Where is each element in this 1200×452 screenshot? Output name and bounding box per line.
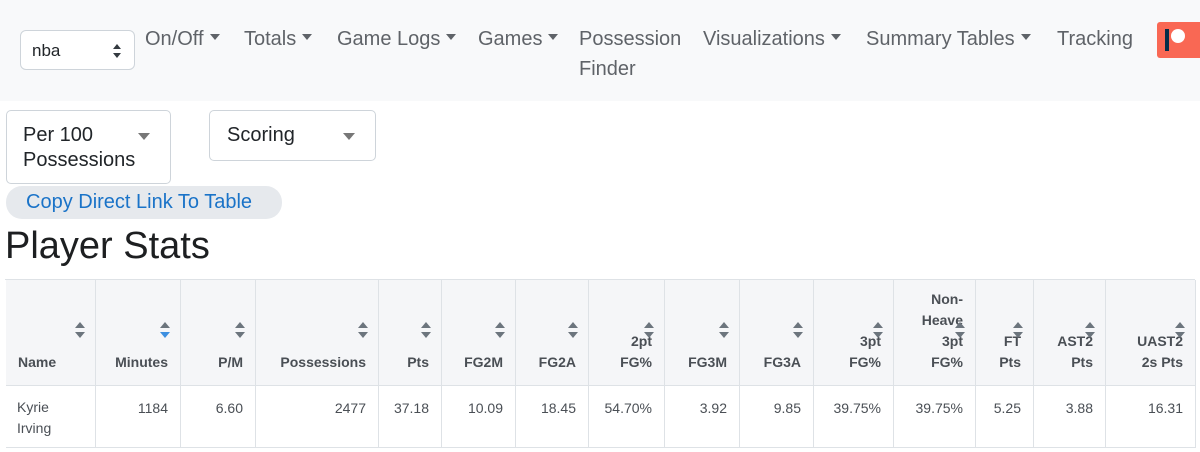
column-header-possessions[interactable]: Possessions [256, 280, 379, 386]
table-cell-minutes: 1184 [96, 386, 181, 448]
nav-summary-tables[interactable]: Summary Tables [866, 24, 1031, 54]
column-header-uast2-2s-pts[interactable]: UAST2 2s Pts [1106, 280, 1196, 386]
page-title: Player Stats [5, 225, 210, 267]
caret-down-icon [830, 34, 841, 40]
top-navbar: nba On/Off Totals Game Logs Games Posses… [0, 0, 1200, 101]
column-header-label: Pts [407, 354, 429, 370]
sort-icon [421, 322, 431, 338]
cell-value: 18.45 [540, 400, 576, 416]
column-header-pts[interactable]: Pts [379, 280, 442, 386]
column-header-fg3a[interactable]: FG3A [740, 280, 814, 386]
nav-tracking[interactable]: Tracking [1057, 24, 1133, 54]
sort-icon [955, 322, 965, 338]
table-cell-p-m: 6.60 [181, 386, 256, 448]
column-header-minutes[interactable]: Minutes [96, 280, 181, 386]
table-cell-fg3m: 3.92 [665, 386, 740, 448]
cell-value: 9.85 [773, 400, 801, 416]
table-cell-uast2-2s-pts: 16.31 [1106, 386, 1196, 448]
caret-down-icon [548, 34, 559, 40]
column-header-fg2m[interactable]: FG2M [442, 280, 516, 386]
cell-value: 16.31 [1147, 400, 1183, 416]
column-header-label: FG3A [763, 354, 801, 370]
cell-value: 5.25 [993, 400, 1021, 416]
sort-icon [568, 322, 578, 338]
column-header-fg3m[interactable]: FG3M [665, 280, 740, 386]
nav-totals[interactable]: Totals [244, 24, 313, 54]
mode-select-value: Per 100 Possessions [23, 124, 136, 171]
cell-value: 10.09 [467, 400, 503, 416]
nav-games[interactable]: Games [478, 24, 559, 54]
player-stats-table: Name Minutes P/M Possessions Pts FG2M FG2A 2pt … [5, 279, 1196, 448]
copy-link-button[interactable]: Copy Direct Link To Table [6, 186, 282, 219]
caret-down-icon [446, 34, 457, 40]
table-cell-ast2-pts: 3.88 [1034, 386, 1106, 448]
nav-visualizations[interactable]: Visualizations [703, 24, 841, 54]
patreon-button[interactable] [1157, 22, 1200, 58]
table-cell-fg2m: 10.09 [442, 386, 516, 448]
column-header-label: Name [18, 354, 57, 370]
player-name: Kyrie Irving [17, 399, 52, 436]
cell-value: 54.70% [604, 400, 652, 416]
column-header-ft-pts[interactable]: FT Pts [976, 280, 1034, 386]
cell-value: 3.88 [1065, 400, 1093, 416]
caret-down-icon [302, 34, 313, 40]
table-cell-pts: 37.18 [379, 386, 442, 448]
sort-icon [719, 322, 729, 338]
sort-icon [1175, 322, 1185, 338]
table-cell-non-heave-3pt-fg: 39.75% [894, 386, 976, 448]
table-cell-2pt-fg: 54.70% [589, 386, 665, 448]
sort-icon [644, 322, 654, 338]
sort-icon [1013, 322, 1023, 338]
column-header-label: FG2A [538, 354, 576, 370]
stat-type-select[interactable]: Scoring [209, 110, 376, 161]
column-header-p-m[interactable]: P/M [181, 280, 256, 386]
column-header-label: FG2M [464, 354, 503, 370]
cell-value: 6.60 [215, 400, 243, 416]
caret-down-icon [1020, 34, 1031, 40]
nav-game-logs[interactable]: Game Logs [337, 24, 457, 54]
table-cell-3pt-fg: 39.75% [814, 386, 894, 448]
table-cell-name[interactable]: Kyrie Irving [6, 386, 96, 448]
table-cell-ft-pts: 5.25 [976, 386, 1034, 448]
sort-icon [1085, 322, 1095, 338]
column-header-label: Minutes [115, 354, 168, 370]
table-cell-fg2a: 18.45 [516, 386, 589, 448]
cell-value: 2477 [334, 400, 366, 416]
column-header-non-heave-3pt-fg[interactable]: Non- Heave 3pt FG% [894, 280, 976, 386]
cell-value: 39.75% [833, 400, 881, 416]
sort-icon [75, 322, 85, 338]
cell-value: 37.18 [393, 400, 429, 416]
table-cell-fg3a: 9.85 [740, 386, 814, 448]
table-cell-possessions: 2477 [256, 386, 379, 448]
column-header-label: FG3M [688, 354, 727, 370]
stat-type-select-value: Scoring [227, 124, 295, 146]
cell-value: 39.75% [915, 400, 963, 416]
sort-icon [358, 322, 368, 338]
cell-value: 3.92 [699, 400, 727, 416]
column-header-ast2-pts[interactable]: AST2 Pts [1034, 280, 1106, 386]
caret-down-icon [209, 34, 220, 40]
select-arrows-icon [113, 44, 121, 58]
nav-possession-finder[interactable]: Possession Finder [579, 24, 689, 84]
column-header-label: P/M [218, 354, 243, 370]
column-header-2pt-fg[interactable]: 2pt FG% [589, 280, 665, 386]
sort-icon [235, 322, 245, 338]
nav-on-off[interactable]: On/Off [145, 24, 220, 54]
cell-value: 1184 [137, 400, 168, 416]
caret-down-icon [138, 133, 150, 140]
league-select[interactable]: nba [20, 30, 135, 70]
sort-icon [793, 322, 803, 338]
caret-down-icon [343, 133, 355, 140]
column-header-fg2a[interactable]: FG2A [516, 280, 589, 386]
patreon-logo-icon [1165, 29, 1169, 51]
column-header-label: Possessions [280, 354, 366, 370]
column-header-3pt-fg[interactable]: 3pt FG% [814, 280, 894, 386]
sort-icon [160, 322, 170, 338]
sort-icon [873, 322, 883, 338]
sort-icon [495, 322, 505, 338]
mode-select[interactable]: Per 100 Possessions [6, 110, 171, 184]
league-select-value: nba [32, 41, 61, 60]
column-header-name[interactable]: Name [6, 280, 96, 386]
